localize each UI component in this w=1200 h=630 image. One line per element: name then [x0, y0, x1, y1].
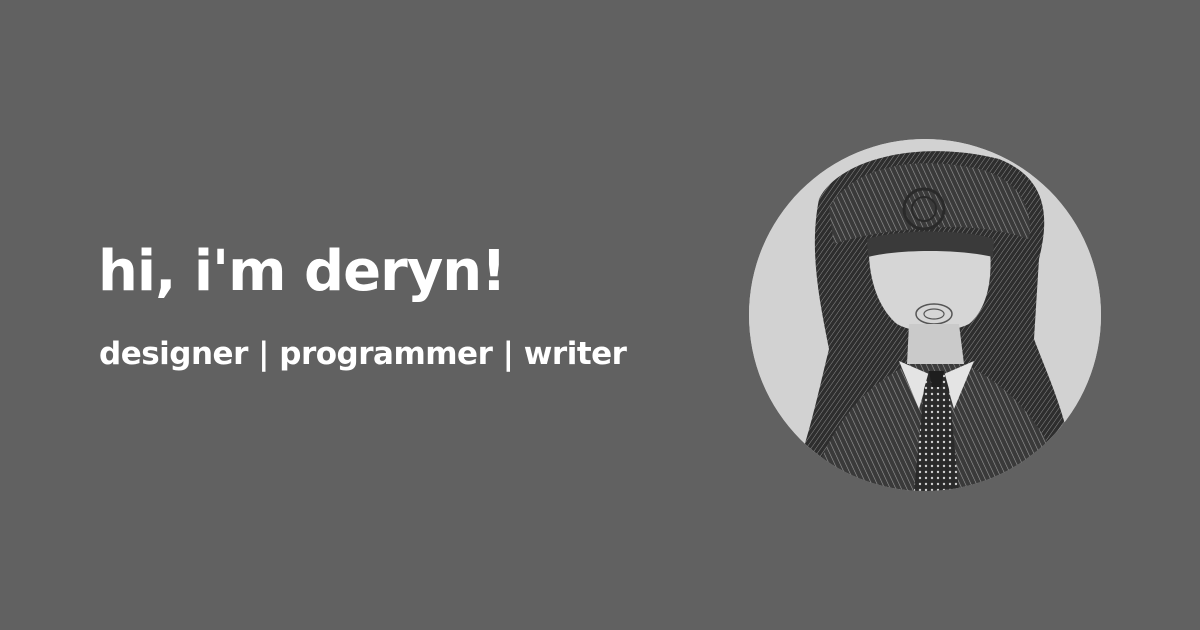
- social-card: hi, i'm deryn! designer | programmer | w…: [0, 0, 1200, 630]
- tagline: designer | programmer | writer: [99, 336, 627, 372]
- portrait-photo: [749, 139, 1101, 491]
- heading: hi, i'm deryn!: [98, 239, 507, 304]
